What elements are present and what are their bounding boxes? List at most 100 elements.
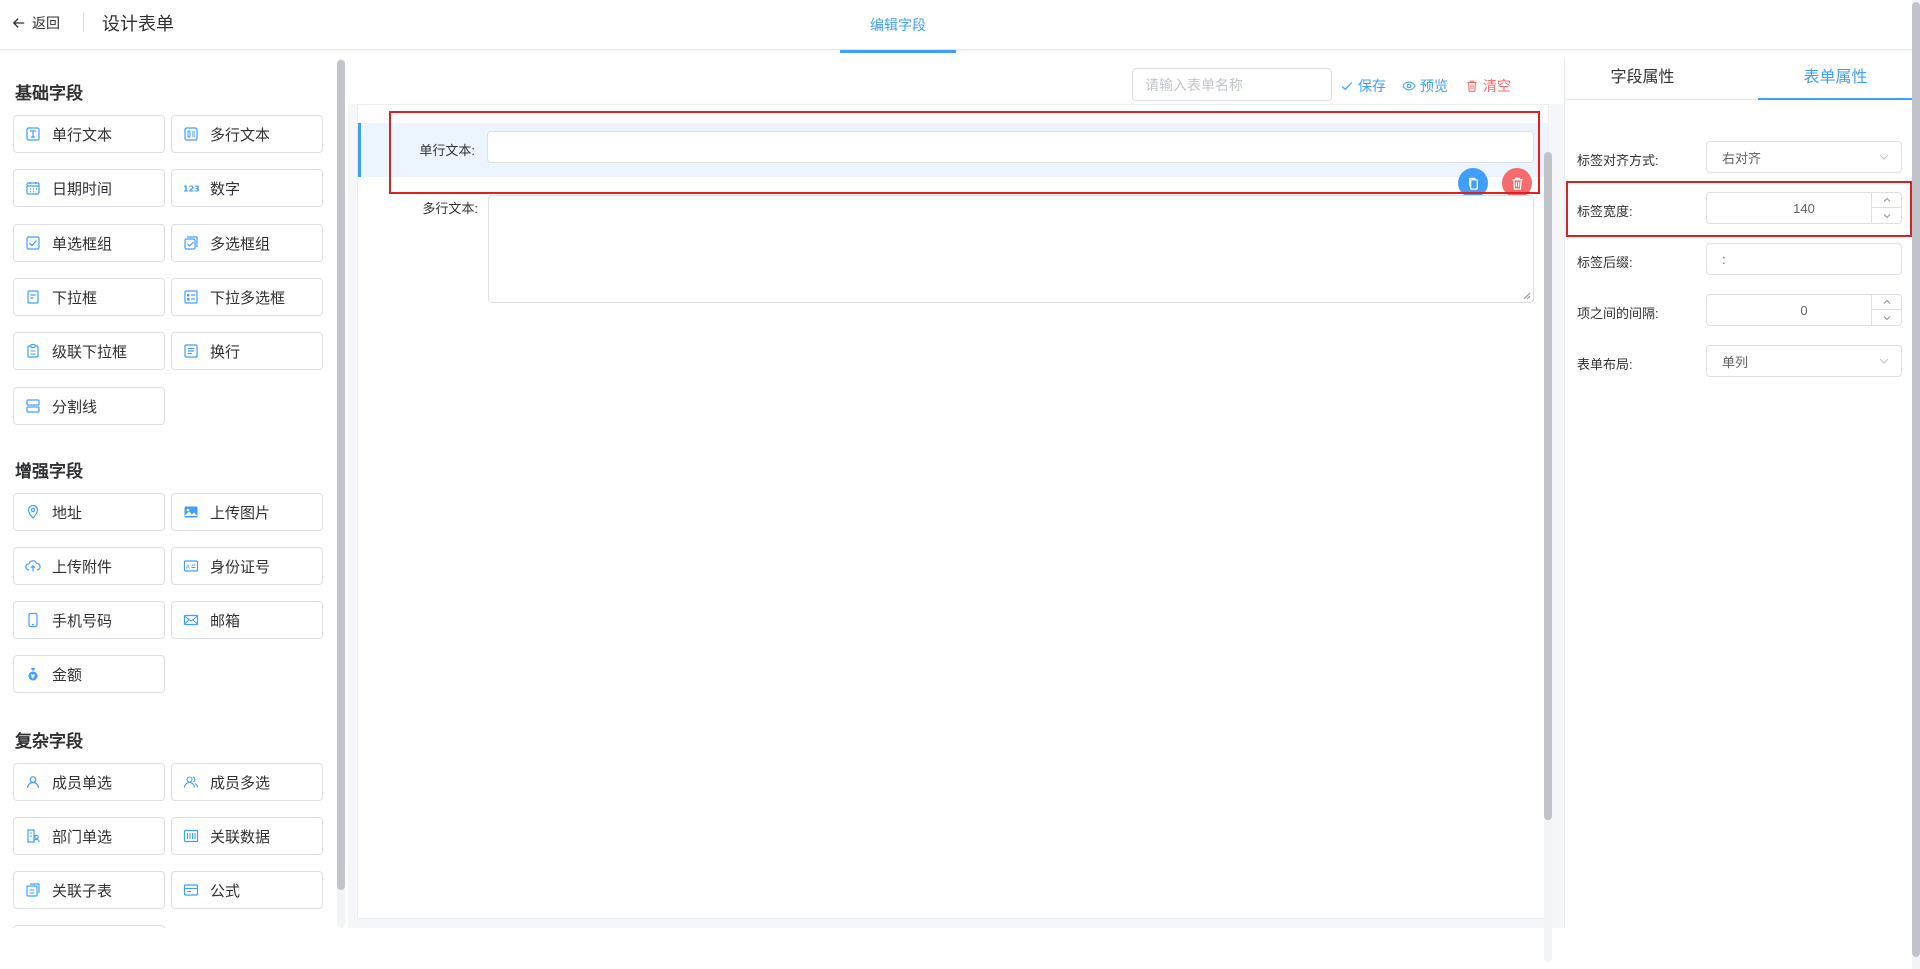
form-name-input[interactable] xyxy=(1132,68,1332,101)
field-multi-line-text[interactable]: 多行文本 xyxy=(171,115,323,153)
design-canvas: 单行文本: 多行文本: xyxy=(348,104,1563,962)
field-label: 公式 xyxy=(210,882,241,900)
field-divider[interactable]: 分割线 xyxy=(13,387,165,425)
field-multi-select[interactable]: 下拉多选框 xyxy=(171,278,323,316)
label-align-label: 标签对齐方式: xyxy=(1577,153,1659,168)
multi-line-text-textarea[interactable] xyxy=(488,195,1534,303)
field-single-line-text[interactable]: 单行文本 xyxy=(13,115,165,153)
field-label: 成员多选 xyxy=(210,774,271,792)
relation-icon xyxy=(182,827,200,845)
field-cascader[interactable]: 级联下拉框 xyxy=(13,332,165,370)
label-suffix-input[interactable]: : xyxy=(1706,243,1902,275)
decrease-button[interactable] xyxy=(1872,310,1901,325)
selected-form-item[interactable]: 单行文本: xyxy=(358,123,1548,177)
multiline-icon xyxy=(182,125,200,143)
field-upload-attachment[interactable]: 上传附件 xyxy=(13,547,165,585)
field-label: 成员单选 xyxy=(52,774,113,792)
field-mobile[interactable]: 手机号码 xyxy=(13,601,165,639)
resize-grip-icon[interactable] xyxy=(1523,292,1531,300)
image-icon xyxy=(182,503,200,521)
user-icon xyxy=(24,773,42,791)
field-member-multi[interactable]: 成员多选 xyxy=(171,763,323,801)
field-label: 下拉多选框 xyxy=(210,289,286,307)
money-icon: ¥ xyxy=(24,665,42,683)
field-upload-image[interactable]: 上传图片 xyxy=(171,493,323,531)
page-title: 设计表单 xyxy=(102,14,174,34)
preview-label: 预览 xyxy=(1420,78,1448,94)
form-designer-canvas-area: 保存 预览 清空 单行文本: 多行文本: xyxy=(348,58,1563,962)
save-label: 保存 xyxy=(1358,78,1386,94)
label-width-label: 标签宽度: xyxy=(1577,204,1633,219)
field-email[interactable]: 邮箱 xyxy=(171,601,323,639)
tab-field-properties[interactable]: 字段属性 xyxy=(1565,58,1720,100)
item-gap-input[interactable]: 0 xyxy=(1706,294,1902,326)
select-icon xyxy=(24,288,42,306)
preview-button[interactable]: 预览 xyxy=(1402,76,1448,96)
field-radio-group[interactable]: 单选框组 xyxy=(13,224,165,262)
field-label: 邮箱 xyxy=(210,612,241,630)
form-layout-select[interactable]: 单列 xyxy=(1706,345,1902,377)
group-title-complex: 复杂字段 xyxy=(15,732,83,751)
field-checkbox-group[interactable]: 多选框组 xyxy=(171,224,323,262)
field-department-single[interactable]: 部门单选 xyxy=(13,817,165,855)
chevron-up-icon xyxy=(1883,197,1890,202)
text-icon xyxy=(24,125,42,143)
header-divider xyxy=(83,12,84,32)
field-relation-data[interactable]: 关联数据 xyxy=(171,817,323,855)
field-id-card[interactable]: A 身份证号 xyxy=(171,547,323,585)
field-label: 手机号码 xyxy=(52,612,113,630)
copy-field-button[interactable] xyxy=(1458,168,1488,198)
delete-field-button[interactable] xyxy=(1502,168,1532,198)
group-title-basic: 基础字段 xyxy=(15,84,83,103)
page-scrollbar[interactable] xyxy=(1912,0,1920,969)
increase-button[interactable] xyxy=(1872,193,1901,208)
field-amount[interactable]: ¥ 金额 xyxy=(13,655,165,693)
field-palette: 基础字段 单行文本 多行文本 日期时间 123 数字 单选框组 多选框组 下拉框… xyxy=(0,58,347,928)
increase-button[interactable] xyxy=(1872,295,1901,310)
back-button[interactable]: 返回 xyxy=(12,12,60,34)
field-newline[interactable]: 换行 xyxy=(171,332,323,370)
single-line-text-input[interactable] xyxy=(487,131,1534,163)
label-suffix-label: 标签后缀: xyxy=(1577,255,1633,270)
left-scroll-thumb[interactable] xyxy=(337,60,345,890)
radio-icon xyxy=(24,234,42,252)
canvas-scrollbar[interactable] xyxy=(1544,152,1552,962)
location-icon xyxy=(24,503,42,521)
label-align-value: 右对齐 xyxy=(1722,150,1762,166)
users-icon xyxy=(182,773,200,791)
clear-label: 清空 xyxy=(1483,78,1511,94)
canvas-scroll-thumb[interactable] xyxy=(1544,152,1552,820)
clear-button[interactable]: 清空 xyxy=(1465,76,1511,96)
department-icon xyxy=(24,827,42,845)
trash-icon xyxy=(1511,177,1523,190)
label-align-select[interactable]: 右对齐 xyxy=(1706,141,1902,173)
properties-panel: 字段属性 表单属性 标签对齐方式: 右对齐 标签宽度: 140 标签后缀: : … xyxy=(1564,58,1913,928)
field-label: 数字 xyxy=(210,180,241,198)
top-header: 返回 设计表单 编辑字段 xyxy=(0,0,1920,53)
back-label: 返回 xyxy=(32,15,60,31)
field-select[interactable]: 下拉框 xyxy=(13,278,165,316)
field-member-single[interactable]: 成员单选 xyxy=(13,763,165,801)
save-button[interactable]: 保存 xyxy=(1340,76,1386,96)
label-width-input[interactable]: 140 xyxy=(1706,192,1902,224)
field-date-time[interactable]: 日期时间 xyxy=(13,169,165,207)
left-scrollbar[interactable] xyxy=(337,58,345,928)
field-partial-next[interactable] xyxy=(13,925,165,928)
field-label: 上传附件 xyxy=(52,558,113,576)
decrease-button[interactable] xyxy=(1872,208,1901,223)
field-address[interactable]: 地址 xyxy=(13,493,165,531)
field-formula[interactable]: 公式 xyxy=(171,871,323,909)
tab-edit-fields[interactable]: 编辑字段 xyxy=(840,0,956,53)
field-label: 单选框组 xyxy=(52,235,113,253)
svg-text:123: 123 xyxy=(183,185,199,194)
tab-form-properties[interactable]: 表单属性 xyxy=(1758,58,1913,100)
subtable-icon xyxy=(24,881,42,899)
field-label: 下拉框 xyxy=(52,289,98,307)
field-number[interactable]: 123 数字 xyxy=(171,169,323,207)
mail-icon xyxy=(182,611,200,629)
field-relation-subtable[interactable]: 关联子表 xyxy=(13,871,165,909)
arrow-left-icon xyxy=(12,18,25,28)
page-scroll-thumb[interactable] xyxy=(1912,2,1920,957)
id-card-icon: A xyxy=(182,557,200,575)
field-label: 部门单选 xyxy=(52,828,113,846)
